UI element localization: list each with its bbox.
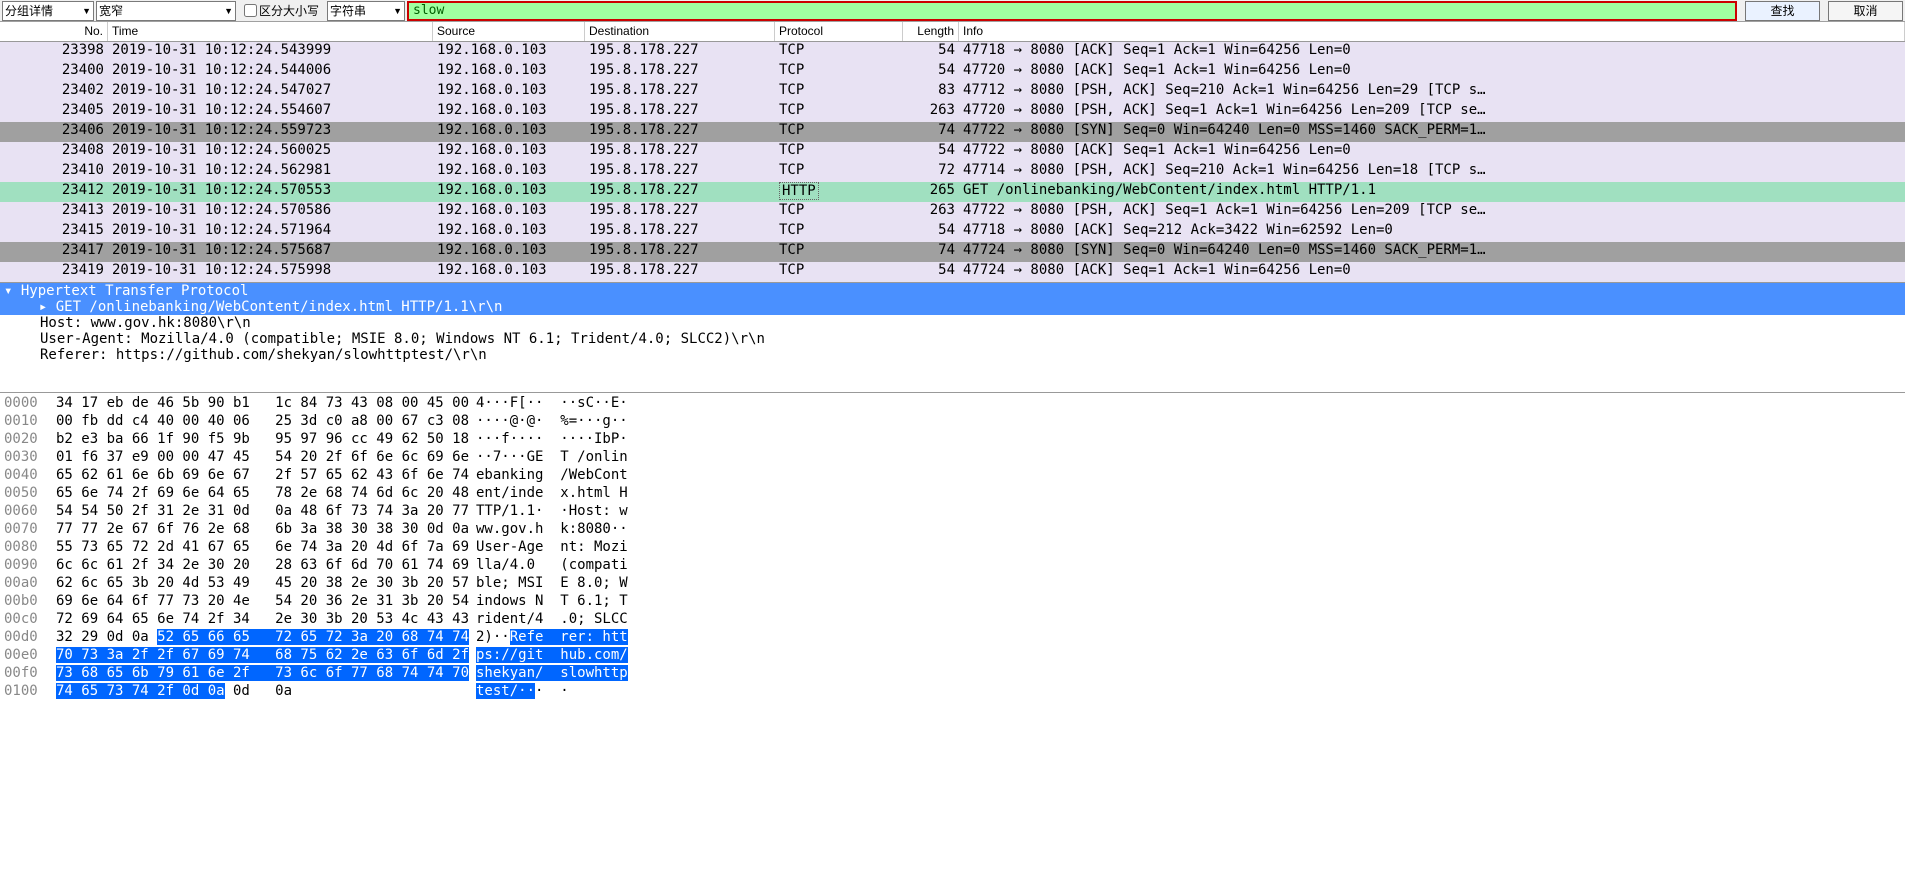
hex-pane[interactable]: 000034 17 eb de 46 5b 90 b1 1c 84 73 43 … bbox=[0, 392, 1905, 703]
type-combo[interactable]: 字符串▼ bbox=[327, 1, 405, 21]
detail-hypertext[interactable]: Hypertext Transfer Protocol bbox=[0, 283, 1905, 299]
packet-row[interactable]: 234062019-10-31 10:12:24.559723192.168.0… bbox=[0, 122, 1905, 142]
cancel-button[interactable]: 取消 bbox=[1828, 1, 1903, 21]
case-sensitive-input[interactable] bbox=[244, 4, 257, 17]
packet-row[interactable]: 233982019-10-31 10:12:24.543999192.168.0… bbox=[0, 42, 1905, 62]
find-button[interactable]: 查找 bbox=[1745, 1, 1820, 21]
packet-list: No. Time Source Destination Protocol Len… bbox=[0, 22, 1905, 282]
packet-row[interactable]: 234152019-10-31 10:12:24.571964192.168.0… bbox=[0, 222, 1905, 242]
packet-list-header: No. Time Source Destination Protocol Len… bbox=[0, 22, 1905, 42]
charset-combo[interactable]: 宽窄▼ bbox=[96, 1, 236, 21]
col-length[interactable]: Length bbox=[903, 22, 959, 41]
scope-combo[interactable]: 分组详情▼ bbox=[2, 1, 94, 21]
detail-host[interactable]: Host: www.gov.hk:8080\r\n bbox=[0, 315, 1905, 331]
packet-row[interactable]: 234192019-10-31 10:12:24.575998192.168.0… bbox=[0, 262, 1905, 282]
hex-row[interactable]: 006054 54 50 2f 31 2e 31 0d 0a 48 6f 73 … bbox=[0, 503, 1905, 521]
hex-row[interactable]: 00b069 6e 64 6f 77 73 20 4e 54 20 36 2e … bbox=[0, 593, 1905, 611]
packet-row[interactable]: 234002019-10-31 10:12:24.544006192.168.0… bbox=[0, 62, 1905, 82]
hex-row[interactable]: 008055 73 65 72 2d 41 67 65 6e 74 3a 20 … bbox=[0, 539, 1905, 557]
packet-row[interactable]: 234132019-10-31 10:12:24.570586192.168.0… bbox=[0, 202, 1905, 222]
case-label: 区分大小写 bbox=[259, 2, 319, 19]
col-info[interactable]: Info bbox=[959, 22, 1905, 41]
packet-row[interactable]: 234122019-10-31 10:12:24.570553192.168.0… bbox=[0, 182, 1905, 202]
packet-row[interactable]: 234172019-10-31 10:12:24.575687192.168.0… bbox=[0, 242, 1905, 262]
detail-referer[interactable]: Referer: https://github.com/shekyan/slow… bbox=[0, 347, 1905, 363]
hex-row[interactable]: 00c072 69 64 65 6e 74 2f 34 2e 30 3b 20 … bbox=[0, 611, 1905, 629]
toolbar: 分组详情▼ 宽窄▼ 区分大小写 字符串▼ 查找 取消 bbox=[0, 0, 1905, 22]
packet-row[interactable]: 234082019-10-31 10:12:24.560025192.168.0… bbox=[0, 142, 1905, 162]
hex-row[interactable]: 000034 17 eb de 46 5b 90 b1 1c 84 73 43 … bbox=[0, 395, 1905, 413]
chevron-down-icon: ▼ bbox=[387, 6, 402, 16]
hex-row[interactable]: 00d032 29 0d 0a 52 65 66 65 72 65 72 3a … bbox=[0, 629, 1905, 647]
hex-row[interactable]: 010074 65 73 74 2f 0d 0a 0d 0atest/··· · bbox=[0, 683, 1905, 701]
packet-row[interactable]: 234022019-10-31 10:12:24.547027192.168.0… bbox=[0, 82, 1905, 102]
hex-row[interactable]: 00e070 73 3a 2f 2f 67 69 74 68 75 62 2e … bbox=[0, 647, 1905, 665]
detail-get[interactable]: GET /onlinebanking/WebContent/index.html… bbox=[0, 299, 1905, 315]
hex-row[interactable]: 00f073 68 65 6b 79 61 6e 2f 73 6c 6f 77 … bbox=[0, 665, 1905, 683]
col-destination[interactable]: Destination bbox=[585, 22, 775, 41]
packet-rows[interactable]: 233982019-10-31 10:12:24.543999192.168.0… bbox=[0, 42, 1905, 282]
chevron-down-icon: ▼ bbox=[218, 6, 233, 16]
packet-row[interactable]: 234052019-10-31 10:12:24.554607192.168.0… bbox=[0, 102, 1905, 122]
search-input[interactable] bbox=[407, 1, 1737, 21]
case-sensitive-checkbox[interactable]: 区分大小写 bbox=[244, 2, 319, 19]
hex-row[interactable]: 005065 6e 74 2f 69 6e 64 65 78 2e 68 74 … bbox=[0, 485, 1905, 503]
hex-row[interactable]: 00a062 6c 65 3b 20 4d 53 49 45 20 38 2e … bbox=[0, 575, 1905, 593]
packet-row[interactable]: 234102019-10-31 10:12:24.562981192.168.0… bbox=[0, 162, 1905, 182]
hex-row[interactable]: 007077 77 2e 67 6f 76 2e 68 6b 3a 38 30 … bbox=[0, 521, 1905, 539]
hex-row[interactable]: 001000 fb dd c4 40 00 40 06 25 3d c0 a8 … bbox=[0, 413, 1905, 431]
chevron-down-icon: ▼ bbox=[76, 6, 91, 16]
col-no[interactable]: No. bbox=[0, 22, 108, 41]
col-time[interactable]: Time bbox=[108, 22, 433, 41]
col-protocol[interactable]: Protocol bbox=[775, 22, 903, 41]
hex-row[interactable]: 00906c 6c 61 2f 34 2e 30 20 28 63 6f 6d … bbox=[0, 557, 1905, 575]
detail-ua[interactable]: User-Agent: Mozilla/4.0 (compatible; MSI… bbox=[0, 331, 1905, 347]
hex-row[interactable]: 004065 62 61 6e 6b 69 6e 67 2f 57 65 62 … bbox=[0, 467, 1905, 485]
hex-row[interactable]: 0020b2 e3 ba 66 1f 90 f5 9b 95 97 96 cc … bbox=[0, 431, 1905, 449]
hex-row[interactable]: 003001 f6 37 e9 00 00 47 45 54 20 2f 6f … bbox=[0, 449, 1905, 467]
col-source[interactable]: Source bbox=[433, 22, 585, 41]
details-pane[interactable]: Hypertext Transfer Protocol GET /onlineb… bbox=[0, 282, 1905, 392]
